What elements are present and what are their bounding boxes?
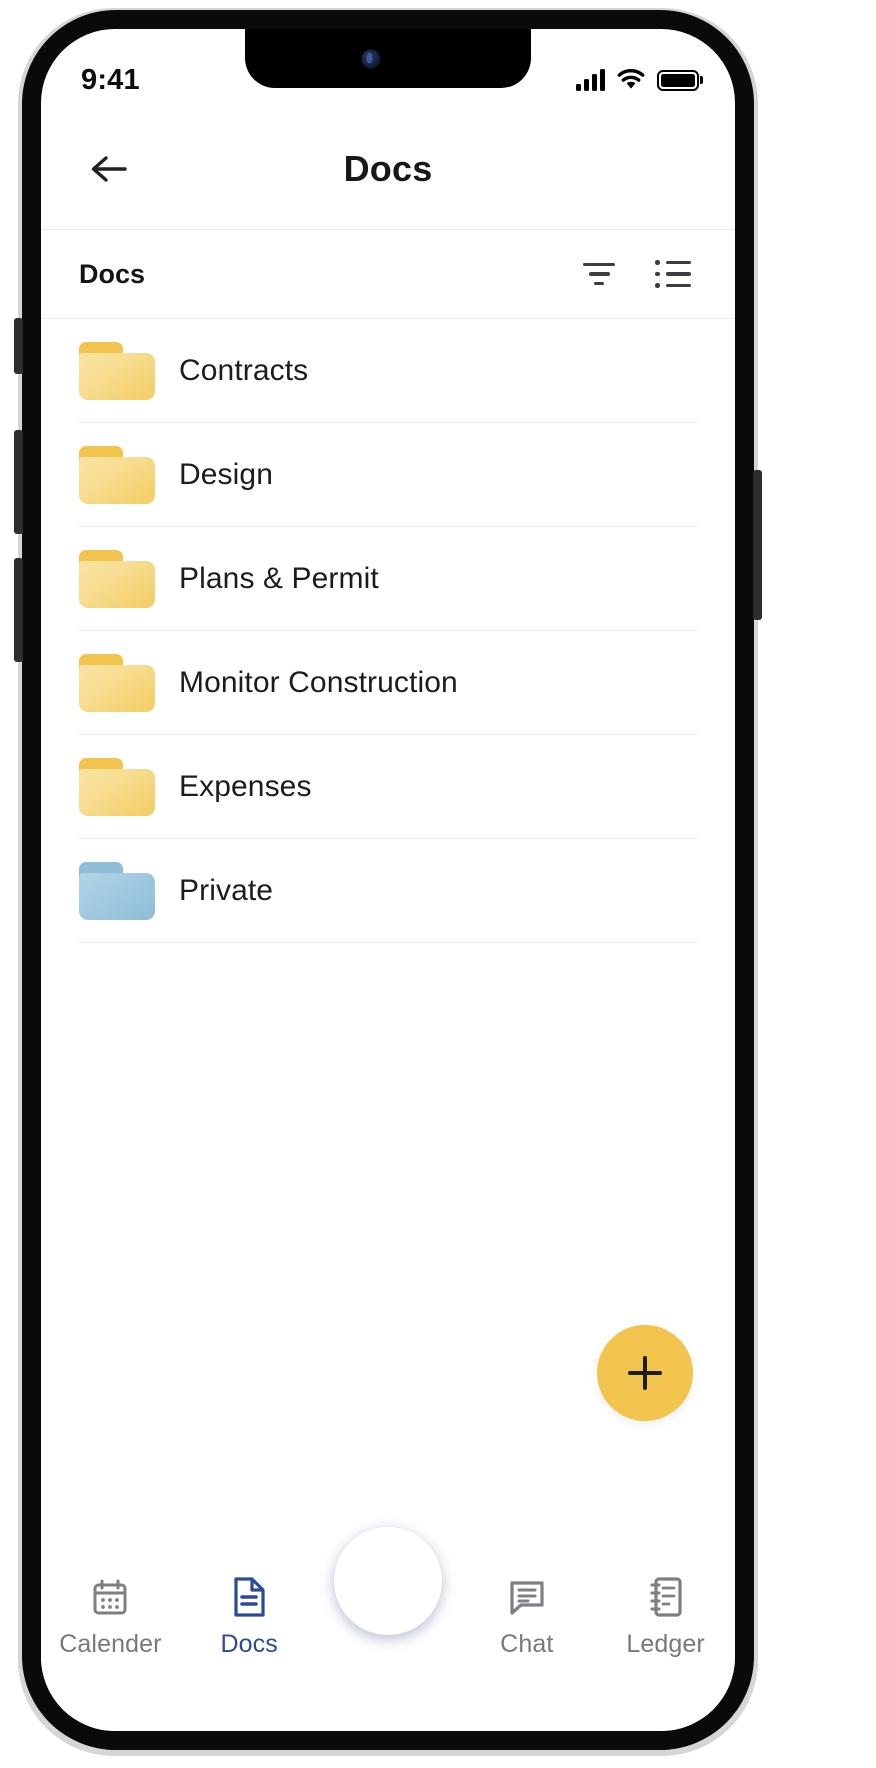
filter-icon bbox=[582, 262, 616, 286]
volume-up-button[interactable] bbox=[14, 430, 23, 534]
ai-sparkle-icon bbox=[370, 1564, 407, 1600]
folder-icon bbox=[79, 445, 155, 504]
navigation-header: Docs bbox=[41, 109, 735, 229]
volume-down-button[interactable] bbox=[14, 558, 23, 662]
tab-label: Ledger bbox=[626, 1630, 705, 1658]
status-time: 9:41 bbox=[81, 63, 140, 96]
list-item[interactable]: Private bbox=[79, 839, 697, 943]
folder-list: Contracts Design Plans & Permit Monitor … bbox=[41, 319, 735, 943]
list-view-icon bbox=[655, 260, 691, 288]
ledger-icon bbox=[650, 1577, 682, 1617]
phone-screen: 9:41 Docs Docs Contracts Design Plans & … bbox=[41, 29, 735, 1731]
list-item[interactable]: Expenses bbox=[79, 735, 697, 839]
ai-assistant-button[interactable] bbox=[334, 1527, 442, 1635]
section-actions bbox=[577, 252, 695, 296]
list-item[interactable]: Design bbox=[79, 423, 697, 527]
folder-icon bbox=[79, 653, 155, 712]
folder-label: Private bbox=[179, 873, 274, 907]
calendar-icon bbox=[93, 1579, 127, 1615]
folder-label: Monitor Construction bbox=[179, 665, 458, 699]
folder-label: Expenses bbox=[179, 769, 312, 803]
screenshot-stage: 9:41 Docs Docs Contracts Design Plans & … bbox=[0, 0, 876, 1768]
back-button[interactable] bbox=[81, 141, 137, 197]
device-notch bbox=[245, 29, 531, 88]
battery-full-icon bbox=[657, 69, 699, 91]
status-icons bbox=[576, 69, 699, 91]
tab-label: Calender bbox=[59, 1630, 162, 1658]
add-button[interactable] bbox=[597, 1325, 693, 1421]
folder-label: Contracts bbox=[179, 353, 309, 387]
tab-ledger[interactable]: Ledger bbox=[596, 1575, 735, 1659]
tab-calender[interactable]: Calender bbox=[41, 1575, 180, 1659]
tab-label: Docs bbox=[220, 1630, 278, 1658]
folder-icon bbox=[79, 341, 155, 400]
list-item[interactable]: Contracts bbox=[79, 319, 697, 423]
document-icon bbox=[234, 1577, 265, 1617]
folder-icon bbox=[79, 757, 155, 816]
tab-docs[interactable]: Docs bbox=[180, 1575, 319, 1659]
folder-icon bbox=[79, 549, 155, 608]
section-header: Docs bbox=[41, 229, 735, 319]
folder-label: Design bbox=[179, 457, 273, 491]
list-view-button[interactable] bbox=[651, 252, 695, 296]
list-item[interactable]: Plans & Permit bbox=[79, 527, 697, 631]
bottom-tab-bar: Calender Docs Chat Ledger bbox=[41, 1545, 735, 1731]
wifi-icon bbox=[617, 69, 645, 89]
folder-icon bbox=[79, 861, 155, 920]
mute-switch[interactable] bbox=[14, 318, 23, 374]
tab-label: Chat bbox=[500, 1630, 554, 1658]
arrow-left-icon bbox=[91, 156, 127, 182]
power-button[interactable] bbox=[753, 470, 762, 620]
section-title: Docs bbox=[79, 258, 146, 289]
filter-button[interactable] bbox=[577, 252, 621, 296]
cellular-signal-icon bbox=[576, 69, 605, 91]
tab-chat[interactable]: Chat bbox=[457, 1575, 596, 1659]
folder-label: Plans & Permit bbox=[179, 561, 379, 595]
front-camera-icon bbox=[361, 49, 381, 68]
list-item[interactable]: Monitor Construction bbox=[79, 631, 697, 735]
page-title: Docs bbox=[343, 148, 433, 189]
chat-bubble-icon bbox=[510, 1581, 544, 1615]
